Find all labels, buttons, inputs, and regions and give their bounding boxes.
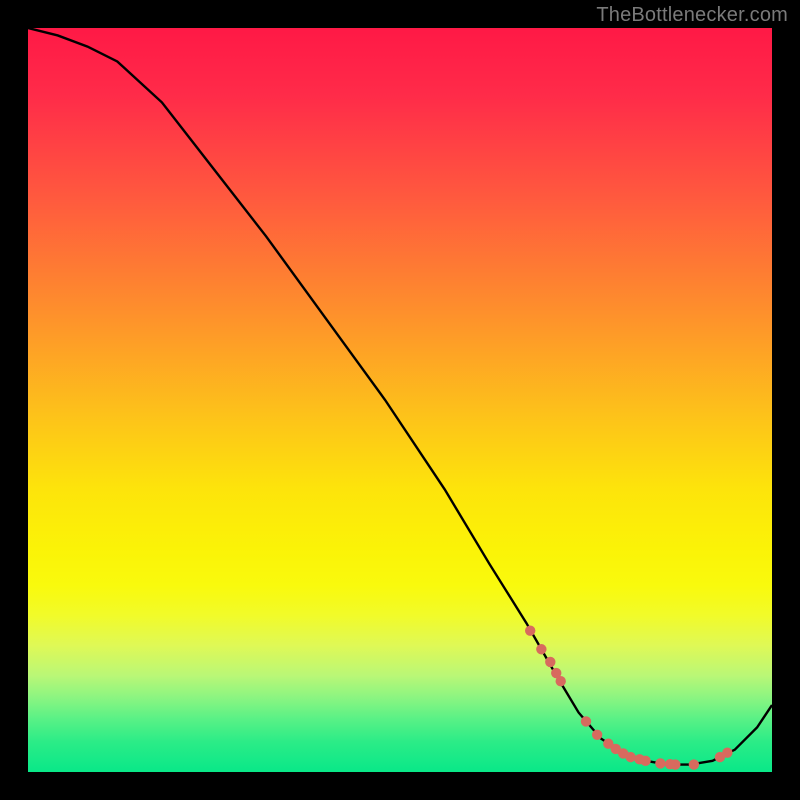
highlight-marker (545, 657, 555, 667)
highlight-marker (592, 730, 602, 740)
plot-area (28, 28, 772, 772)
highlight-marker (722, 747, 732, 757)
highlight-marker (640, 756, 650, 766)
highlight-marker (581, 716, 591, 726)
highlight-marker (556, 676, 566, 686)
marker-group (525, 625, 733, 769)
highlight-marker (525, 625, 535, 635)
highlight-marker (670, 759, 680, 769)
highlight-marker (689, 759, 699, 769)
highlight-marker (536, 644, 546, 654)
attribution-label: TheBottlenecker.com (596, 4, 788, 27)
bottleneck-curve (28, 28, 772, 765)
highlight-marker (625, 752, 635, 762)
chart-svg (28, 28, 772, 772)
highlight-marker (655, 758, 665, 768)
